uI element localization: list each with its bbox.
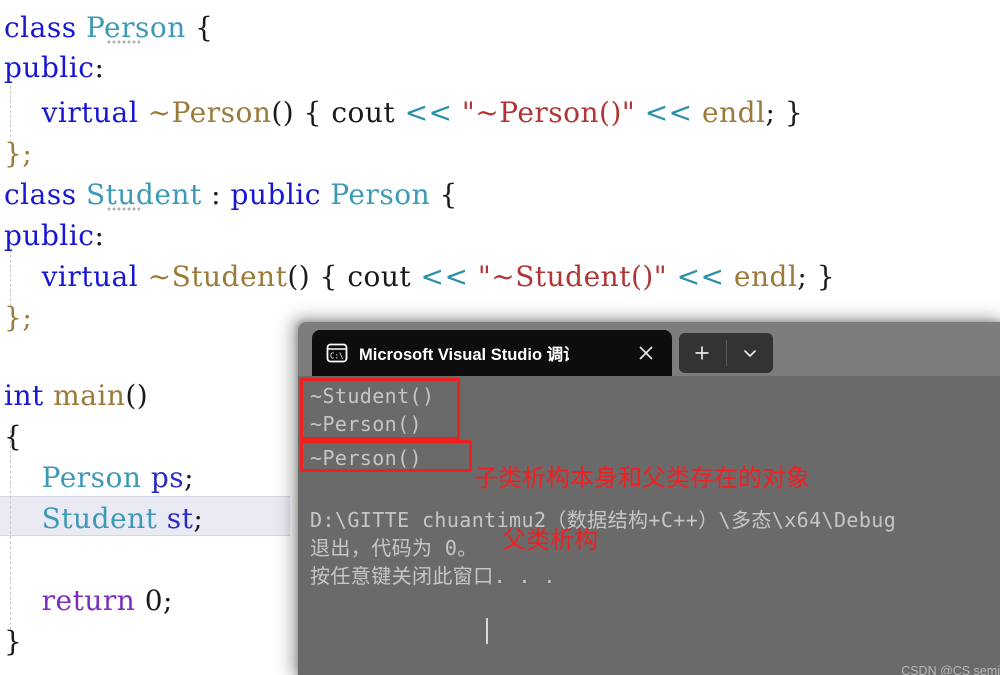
code-token: ()	[271, 96, 295, 129]
code-line: class Person {	[0, 8, 1000, 48]
code-token: ()	[287, 260, 311, 293]
code-token: }	[4, 625, 23, 658]
code-token: {	[430, 178, 458, 211]
code-line: virtual ~Student() { cout << "~Student()…	[0, 257, 1000, 297]
code-token: endl	[702, 96, 766, 129]
code-token: main	[53, 379, 126, 412]
code-token: <<	[404, 96, 453, 129]
code-token: {	[310, 260, 348, 293]
code-line: virtual ~Person() { cout << "~Person()" …	[0, 93, 1000, 133]
code-line: public:	[0, 48, 1000, 88]
svg-text:C:\: C:\	[330, 352, 344, 361]
console-titlebar[interactable]: C:\ Microsoft Visual Studio 调试控	[298, 322, 1000, 376]
code-token: class	[4, 178, 86, 211]
console-tab[interactable]: C:\ Microsoft Visual Studio 调试控	[312, 330, 672, 376]
code-token: };	[4, 137, 33, 170]
console-tab-title: Microsoft Visual Studio 调试控	[359, 346, 569, 364]
chevron-down-icon	[743, 350, 756, 357]
code-token: int	[4, 379, 54, 412]
code-token: ; }	[765, 96, 804, 129]
code-token: Person	[85, 11, 186, 44]
screenshot-root: class Person {public: virtual ~Person() …	[0, 0, 1000, 675]
code-token: <<	[420, 260, 469, 293]
tab-actions-group	[679, 333, 773, 373]
code-token: cout	[331, 96, 396, 129]
code-token: Person	[330, 178, 431, 211]
tab-dropdown-button[interactable]	[727, 333, 774, 373]
code-token: :	[94, 51, 105, 84]
code-token: ;	[193, 502, 204, 535]
code-token: endl	[733, 260, 798, 293]
code-token: cout	[347, 260, 412, 293]
terminal-icon: C:\	[326, 342, 348, 364]
code-line: class Student : public Person {	[0, 175, 1000, 215]
code-token: ~Student	[147, 260, 288, 293]
code-token: 0	[144, 584, 164, 617]
code-token: "~Student()"	[477, 260, 668, 293]
annotation-text: 父类析构	[502, 526, 598, 554]
code-token: <<	[644, 96, 693, 129]
code-token: public	[4, 51, 95, 84]
watermark: CSDN @CS semi	[901, 664, 1000, 675]
code-token: Student	[41, 502, 158, 535]
code-token: ps	[150, 461, 185, 494]
close-icon[interactable]	[636, 343, 656, 363]
annotation-box	[300, 378, 460, 440]
code-token: ;	[163, 584, 173, 617]
console-output-line: 按任意键关闭此窗口. . .	[310, 564, 556, 588]
code-token: {	[185, 11, 214, 44]
code-token: public	[230, 178, 321, 211]
code-token: class	[4, 11, 86, 44]
code-token: return	[41, 584, 136, 617]
code-line: public:	[0, 216, 1000, 256]
code-token: {	[4, 420, 23, 453]
console-output-area[interactable]: ~Student() ~Person() ~Person() D:\GITTE chu…	[298, 376, 1000, 675]
code-token: virtual	[41, 260, 139, 293]
code-token: st	[166, 502, 194, 535]
console-output-line: D:\GITTE chuantimu2（数据结构+C++）\多态\x64\Deb…	[310, 508, 897, 532]
code-token: ; }	[797, 260, 836, 293]
code-token: ()	[125, 379, 149, 412]
code-token: {	[294, 96, 332, 129]
code-token: "~Person()"	[461, 96, 636, 129]
code-line: };	[0, 134, 1000, 174]
code-token: <<	[676, 260, 725, 293]
code-token: ~Person	[147, 96, 272, 129]
new-tab-button[interactable]	[679, 333, 726, 373]
plus-icon	[695, 346, 709, 360]
code-token: virtual	[41, 96, 139, 129]
console-caret	[486, 618, 488, 644]
code-token: public	[4, 219, 95, 252]
code-token: :	[201, 178, 231, 211]
code-token: ;	[184, 461, 195, 494]
code-token: Person	[41, 461, 142, 494]
code-token: Student	[85, 178, 202, 211]
annotation-box	[300, 440, 472, 472]
code-token: };	[4, 301, 33, 334]
annotation-text: 子类析构本身和父类存在的对象	[474, 464, 810, 492]
console-window[interactable]: C:\ Microsoft Visual Studio 调试控	[298, 322, 1000, 675]
console-output-line: 退出，代码为 0。	[310, 536, 478, 560]
code-token: :	[94, 219, 105, 252]
